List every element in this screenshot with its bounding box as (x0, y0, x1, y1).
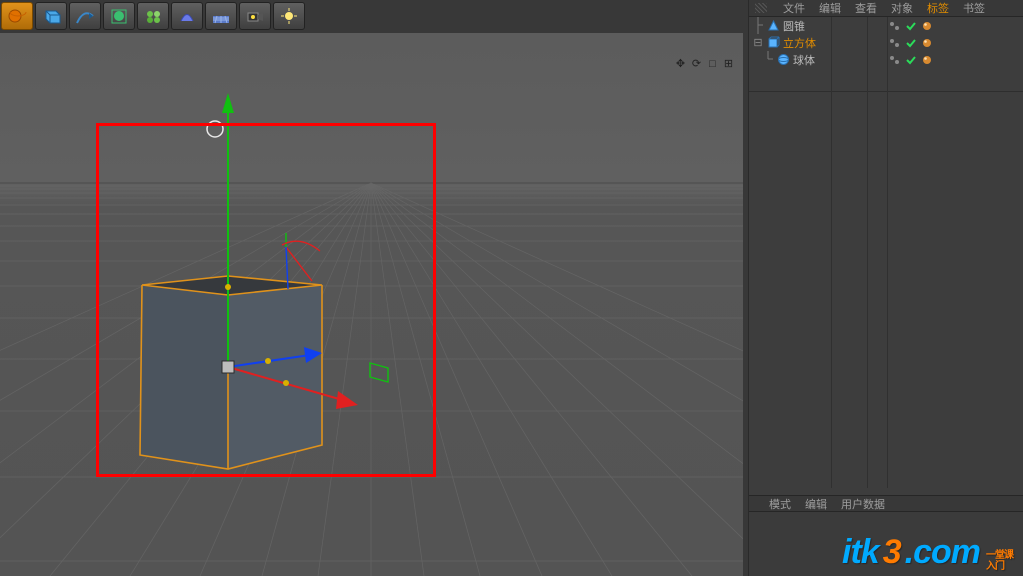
tree-toggle-icon[interactable] (753, 17, 763, 34)
watermark-text: 3 (883, 533, 901, 572)
camera-icon[interactable] (239, 2, 271, 30)
viewport-zoom-icon[interactable]: □ (706, 57, 719, 70)
layer-dots-icon[interactable] (889, 20, 901, 32)
attr-tab-0[interactable]: 模式 (769, 496, 791, 512)
column-divider[interactable] (887, 17, 888, 488)
sphere-icon (776, 53, 790, 67)
environment-floor-icon[interactable] (205, 2, 237, 30)
object-tree-empty (749, 91, 1023, 495)
scene-3d (0, 33, 743, 576)
tag-phong-icon[interactable] (921, 37, 933, 49)
visibility-check-icon[interactable] (905, 37, 917, 49)
cone-icon (766, 19, 780, 33)
object-tree[interactable]: 圆锥 ⊟ 立方体球体 (749, 17, 1023, 91)
tree-branch-icon (763, 51, 773, 68)
tree-row[interactable]: 圆锥 (749, 17, 1023, 34)
cube-icon (766, 36, 780, 50)
tag-phong-icon[interactable] (921, 54, 933, 66)
tree-row[interactable]: ⊟ 立方体 (749, 34, 1023, 51)
tab-2[interactable]: 查看 (855, 0, 877, 16)
generator-subdiv-icon[interactable] (103, 2, 135, 30)
visibility-check-icon[interactable] (905, 20, 917, 32)
panel-tabs: 文件编辑查看对象标签书签 (749, 0, 1023, 17)
viewport[interactable]: ✥⟳□⊞ (0, 33, 743, 576)
watermark-sub: 入门 (986, 561, 1004, 572)
watermark-text: itk (842, 533, 879, 572)
generator-cloner-icon[interactable] (137, 2, 169, 30)
object-name[interactable]: 圆锥 (783, 18, 827, 34)
tab-0[interactable]: 文件 (783, 0, 805, 16)
panel-grip-icon[interactable] (755, 3, 767, 13)
attr-tab-2[interactable]: 用户数据 (841, 496, 885, 512)
viewport-layout-icon[interactable]: ⊞ (722, 57, 735, 70)
object-name[interactable]: 立方体 (783, 35, 827, 51)
tree-row[interactable]: 球体 (749, 51, 1023, 68)
attribute-tabs: 模式编辑用户数据 (749, 495, 1023, 512)
layer-dots-icon[interactable] (889, 54, 901, 66)
spline-pen-icon[interactable] (69, 2, 101, 30)
tab-5[interactable]: 书签 (963, 0, 985, 16)
tab-1[interactable]: 编辑 (819, 0, 841, 16)
watermark: itk3.com 一堂课入门 (842, 533, 1013, 572)
primitive-cube-icon[interactable] (35, 2, 67, 30)
tag-phong-icon[interactable] (921, 20, 933, 32)
object-manager-panel: 文件编辑查看对象标签书签 圆锥⊟立方体球体 模式编辑用户数据 (748, 0, 1023, 576)
deformer-icon[interactable] (171, 2, 203, 30)
layer-dots-icon[interactable] (889, 37, 901, 49)
visibility-check-icon[interactable] (905, 54, 917, 66)
watermark-sub: 一堂课 (986, 550, 1013, 561)
tab-3[interactable]: 对象 (891, 0, 913, 16)
attr-tab-1[interactable]: 编辑 (805, 496, 827, 512)
column-divider[interactable] (867, 17, 868, 488)
tree-toggle-icon[interactable]: ⊟ (753, 36, 763, 49)
create-object-icon[interactable] (1, 2, 33, 30)
tab-4[interactable]: 标签 (927, 0, 949, 16)
light-icon[interactable] (273, 2, 305, 30)
viewport-rotate-icon[interactable]: ⟳ (690, 57, 703, 70)
watermark-text: .com (905, 533, 980, 572)
viewport-move-icon[interactable]: ✥ (674, 57, 687, 70)
column-divider[interactable] (831, 17, 832, 488)
